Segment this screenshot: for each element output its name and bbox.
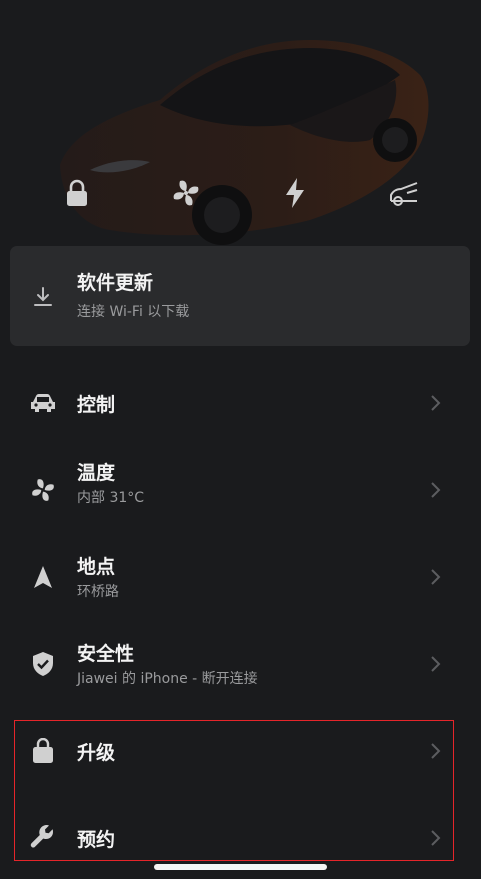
climate-button[interactable]	[163, 170, 209, 216]
home-indicator[interactable]	[154, 864, 327, 870]
download-icon	[30, 284, 56, 310]
chevron-right-icon	[431, 656, 441, 672]
chevron-right-icon	[431, 743, 441, 759]
app-screen: 软件更新 连接 Wi-Fi 以下载 控制 温度 内部 31°C 地点 环桥路 安…	[0, 0, 481, 879]
software-update-card[interactable]: 软件更新 连接 Wi-Fi 以下载	[10, 246, 470, 346]
chevron-right-icon	[431, 482, 441, 498]
menu-item-controls[interactable]: 控制	[0, 359, 481, 446]
chevron-right-icon	[431, 395, 441, 411]
fan-icon	[28, 475, 58, 505]
menu-item-title: 安全性	[77, 643, 135, 665]
menu-item-subtitle: 环桥路	[77, 584, 119, 600]
shopping-bag-icon	[28, 736, 58, 766]
quick-actions-bar	[0, 170, 481, 220]
menu-item-title: 升级	[77, 742, 116, 764]
shield-check-icon	[28, 649, 58, 679]
software-update-subtitle: 连接 Wi-Fi 以下载	[77, 304, 190, 320]
menu-item-title: 预约	[77, 829, 116, 851]
menu-item-security[interactable]: 安全性 Jiawei 的 iPhone - 断开连接	[0, 620, 481, 707]
menu-item-title: 地点	[77, 556, 116, 578]
lightning-icon	[284, 177, 306, 209]
menu-item-subtitle: 内部 31°C	[77, 490, 145, 506]
menu-item-title: 温度	[77, 462, 116, 484]
vehicle-hero	[0, 0, 481, 245]
car-icon	[28, 388, 58, 418]
chevron-right-icon	[431, 569, 441, 585]
software-update-title: 软件更新	[77, 272, 154, 294]
menu-item-climate[interactable]: 温度 内部 31°C	[0, 446, 481, 533]
menu-item-upgrades[interactable]: 升级	[0, 707, 481, 794]
menu-item-location[interactable]: 地点 环桥路	[0, 533, 481, 620]
lock-button[interactable]	[54, 170, 100, 216]
chevron-right-icon	[431, 830, 441, 846]
lock-icon	[64, 178, 90, 208]
menu-item-subtitle: Jiawei 的 iPhone - 断开连接	[77, 671, 258, 687]
charging-button[interactable]	[272, 170, 318, 216]
wrench-icon	[28, 823, 58, 853]
frunk-button[interactable]	[381, 170, 427, 216]
fan-icon	[170, 177, 202, 209]
menu-item-title: 控制	[77, 394, 116, 416]
frunk-icon	[387, 179, 421, 207]
location-arrow-icon	[28, 562, 58, 592]
